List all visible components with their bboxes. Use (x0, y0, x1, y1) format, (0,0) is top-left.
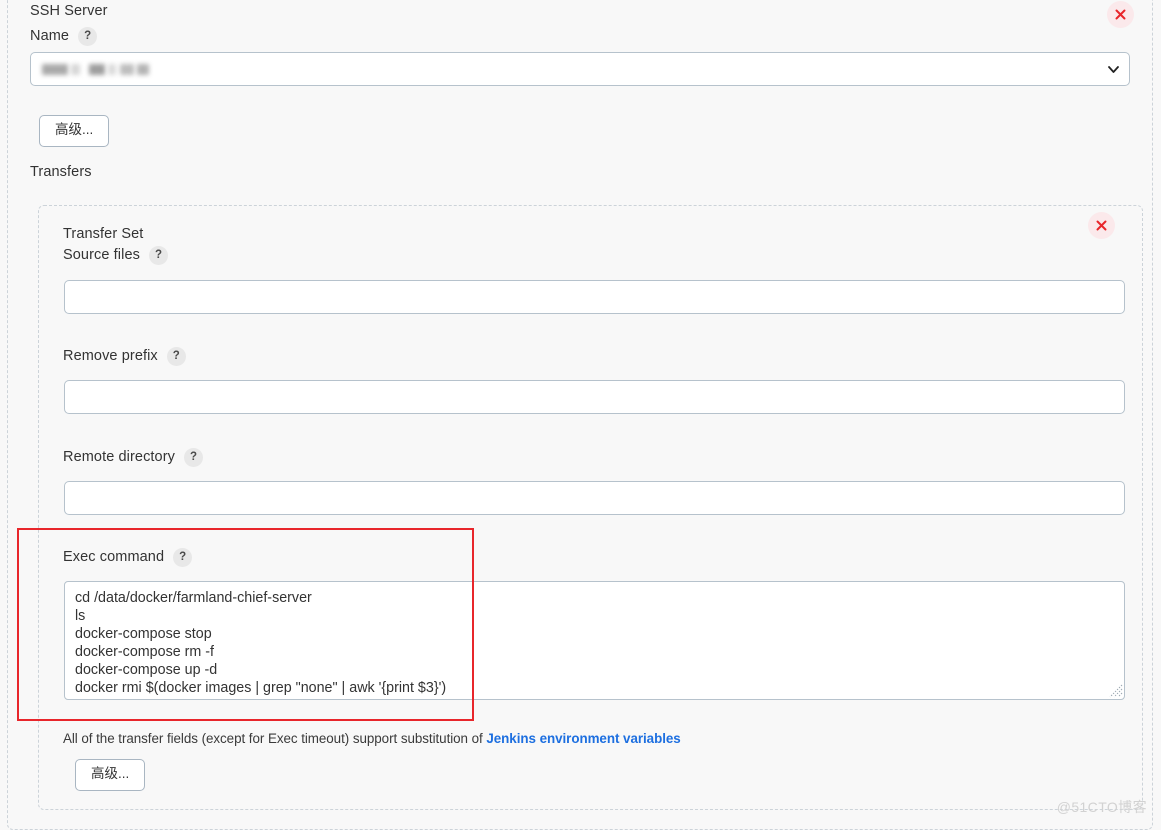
source-files-label-row: Source files ? (63, 245, 168, 266)
help-icon[interactable]: ? (166, 347, 186, 366)
exec-command-label: Exec command (63, 549, 165, 565)
remote-directory-input[interactable] (64, 481, 1125, 515)
transfer-fields-note: All of the transfer fields (except for E… (63, 731, 681, 746)
remove-prefix-label-row: Remove prefix ? (63, 346, 186, 367)
ssh-server-title-line1: SSH Server (30, 3, 108, 19)
remove-prefix-label: Remove prefix (63, 348, 158, 364)
jenkins-env-variables-link[interactable]: Jenkins environment variables (486, 731, 680, 746)
remote-directory-label: Remote directory (63, 449, 175, 465)
ssh-advanced-button[interactable]: 高级... (39, 115, 110, 147)
remote-directory-label-row: Remote directory ? (63, 447, 203, 468)
remove-prefix-input[interactable] (64, 380, 1125, 414)
ssh-server-selected-value (42, 63, 149, 75)
ssh-server-select-wrapper (30, 52, 1130, 86)
transfer-set-close-icon[interactable] (1088, 212, 1115, 239)
source-files-label: Source files (63, 247, 140, 263)
help-icon[interactable]: ? (148, 246, 168, 265)
watermark: @51CTO博客 (1056, 799, 1147, 815)
ssh-server-select[interactable] (30, 52, 1130, 86)
exec-command-textarea[interactable] (64, 581, 1125, 700)
transfer-fields-note-text: All of the transfer fields (except for E… (63, 731, 487, 746)
help-icon[interactable]: ? (173, 548, 193, 567)
exec-command-area (64, 581, 1125, 700)
help-icon[interactable]: ? (184, 448, 203, 467)
help-icon[interactable]: ? (78, 27, 98, 46)
exec-command-label-row: Exec command ? (63, 547, 193, 568)
ssh-server-title: SSH Server Name ? (30, 1, 108, 47)
source-files-input[interactable] (64, 280, 1125, 314)
transfer-set-title: Transfer Set (63, 226, 144, 242)
transfer-set-panel: Transfer Set Source files ? Remove prefi… (38, 205, 1143, 810)
ssh-server-panel-inner: SSH Server Name ? 高级... Transfers Transf… (23, 1, 1152, 829)
transfer-set-advanced-button[interactable]: 高级... (75, 759, 146, 791)
ssh-server-name-label: Name (30, 28, 70, 44)
ssh-server-panel: SSH Server Name ? 高级... Transfers Transf… (7, 0, 1153, 830)
transfers-label: Transfers (30, 164, 92, 180)
close-icon[interactable] (1107, 1, 1134, 28)
